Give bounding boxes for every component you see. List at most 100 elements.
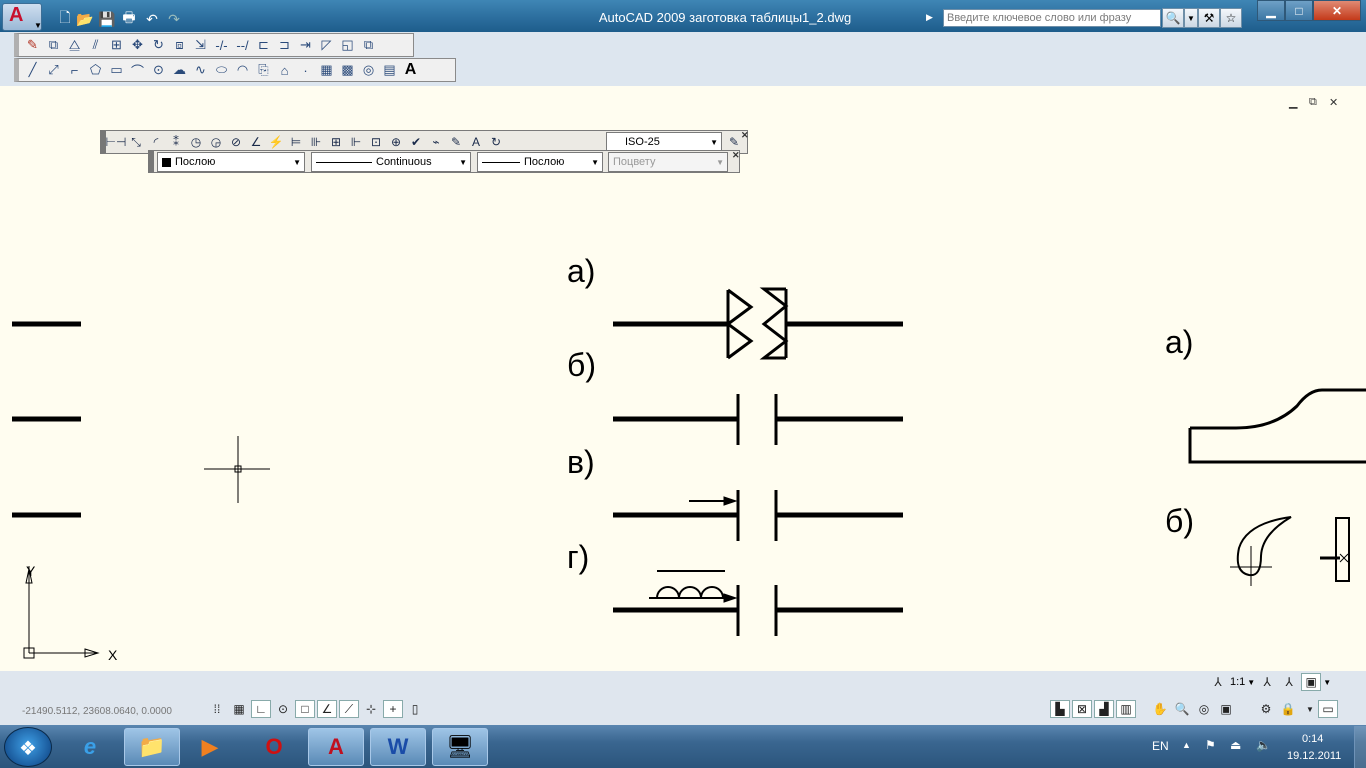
ortho-icon[interactable]: ∟ [251, 700, 271, 718]
show-desktop-button[interactable] [1354, 726, 1366, 768]
linear-dim-icon[interactable]: ⊢⊣ [106, 132, 127, 152]
jogged-linear-icon[interactable]: ⌁ [426, 132, 446, 152]
dimtedit-icon[interactable]: A [466, 132, 486, 152]
trim-icon[interactable]: -/- [211, 35, 232, 55]
tolerance-icon[interactable]: ⊡ [366, 132, 386, 152]
osnap-icon[interactable]: □ [295, 700, 315, 718]
model-icon[interactable]: ▙ [1050, 700, 1070, 718]
insert-block-icon[interactable]: ⎘ [253, 60, 274, 80]
polyline-icon[interactable]: ⌐ [64, 60, 85, 80]
steering-wheel-icon[interactable]: ◎ [1194, 700, 1214, 718]
arc-length-icon[interactable]: ◜ [146, 132, 166, 152]
dimedit-icon[interactable]: ✎ [446, 132, 466, 152]
jogged-dim-icon[interactable]: ◶ [206, 132, 226, 152]
scale-icon[interactable]: ⧈ [169, 35, 190, 55]
gear-icon[interactable]: ⚙ [1256, 700, 1276, 718]
close-dim-toolbar-icon[interactable]: ✕ [741, 130, 749, 141]
grid-icon[interactable]: ▦ [229, 700, 249, 718]
make-block-icon[interactable]: ⌂ [274, 60, 295, 80]
erase-icon[interactable]: ✎ [22, 35, 43, 55]
lineweight-select[interactable]: Послою ▼ [477, 152, 603, 172]
action-center-icon[interactable]: ⚑ [1205, 738, 1216, 752]
chevron-down-icon[interactable]: ▼ [1300, 700, 1320, 718]
application-menu-button[interactable]: A ▼ [2, 3, 42, 31]
chevron-down-icon[interactable]: ▼ [1323, 678, 1331, 687]
plotstyle-select[interactable]: Поцвету ▼ [608, 152, 728, 172]
stretch-icon[interactable]: ⇲ [190, 35, 211, 55]
move-icon[interactable]: ✥ [127, 35, 148, 55]
dim-update-icon[interactable]: ↻ [486, 132, 506, 152]
polar-icon[interactable]: ⊙ [273, 700, 293, 718]
quick-properties-icon[interactable]: ▯ [405, 700, 425, 718]
layout1-icon[interactable]: ⊠ [1072, 700, 1092, 718]
mtext-icon[interactable]: A [400, 60, 421, 80]
showmotion-icon[interactable]: ▣ [1216, 700, 1236, 718]
expand-search-icon[interactable]: ▶ [926, 12, 933, 23]
color-select[interactable]: Послою ▼ [157, 152, 305, 172]
media-player-icon[interactable]: ▶ [182, 728, 238, 766]
continue-dim-icon[interactable]: ⊪ [306, 132, 326, 152]
baseline-dim-icon[interactable]: ⊨ [286, 132, 306, 152]
redo-icon[interactable]: ↷ [165, 10, 183, 28]
annotation-scale-value[interactable]: 1:1 [1230, 676, 1245, 688]
new-icon[interactable]: 🗋 [56, 9, 74, 28]
copy-icon[interactable]: ⧉ [43, 35, 64, 55]
maximize-button[interactable]: □ [1285, 0, 1313, 21]
xline-icon[interactable]: ⤢ [43, 60, 64, 80]
rotate-icon[interactable]: ↻ [148, 35, 169, 55]
minimize-button[interactable]: ▁ [1257, 0, 1285, 21]
undo-icon[interactable]: ↶ [143, 10, 161, 28]
help-search-input[interactable]: Введите ключевое слово или фразу [943, 9, 1161, 27]
join-icon[interactable]: ⊐ [274, 35, 295, 55]
lock-icon[interactable]: 🔒 [1278, 700, 1298, 718]
workspace-icon[interactable]: ▣ [1301, 673, 1322, 691]
start-button[interactable]: ❖ [4, 727, 52, 767]
save-icon[interactable]: 💾 [98, 10, 116, 28]
language-indicator[interactable]: EN [1152, 739, 1169, 753]
gradient-icon[interactable]: ▩ [337, 60, 358, 80]
ordinate-dim-icon[interactable]: ⁑ [166, 132, 186, 152]
dimstyle-select[interactable]: ISO-25 ▼ [606, 132, 722, 152]
dyn-icon[interactable]: ⊹ [361, 700, 381, 718]
array-icon[interactable]: ⊞ [106, 35, 127, 55]
circle-icon[interactable]: ⊙ [148, 60, 169, 80]
word-icon[interactable]: W [370, 728, 426, 766]
fillet-icon[interactable]: ◸ [316, 35, 337, 55]
zoom-icon[interactable]: 🔍 [1172, 700, 1192, 718]
chevron-down-icon[interactable]: ▼ [1247, 678, 1255, 687]
volume-icon[interactable]: 🔈 [1256, 738, 1271, 752]
search-dropdown-icon[interactable]: ▼ [1184, 8, 1198, 28]
pan-icon[interactable]: ✋ [1150, 700, 1170, 718]
autocad-icon[interactable]: A [308, 728, 364, 766]
snap-icon[interactable]: ⁞⁞ [207, 700, 227, 718]
dim-space-icon[interactable]: ⊞ [326, 132, 346, 152]
control-panel-icon[interactable]: 🖥 [432, 728, 488, 766]
radius-dim-icon[interactable]: ◷ [186, 132, 206, 152]
explode2-icon[interactable]: ⧉ [358, 35, 379, 55]
revcloud-icon[interactable]: ☁ [169, 60, 190, 80]
open-icon[interactable]: 📂 [76, 10, 94, 28]
clean-screen-icon[interactable]: ▭ [1318, 700, 1338, 718]
communication-center-icon[interactable]: ⚒ [1198, 8, 1220, 28]
linetype-select[interactable]: Continuous ▼ [311, 152, 471, 172]
explode-icon[interactable]: ◱ [337, 35, 358, 55]
extend-icon[interactable]: --/ [232, 35, 253, 55]
ellipse-arc-icon[interactable]: ◠ [232, 60, 253, 80]
layout2-icon[interactable]: ▟ [1094, 700, 1114, 718]
explorer-icon[interactable]: 📁 [124, 728, 180, 766]
ducs-icon[interactable]: ⟋ [339, 700, 359, 718]
hatch-icon[interactable]: ▦ [316, 60, 337, 80]
angular-dim-icon[interactable]: ∠ [246, 132, 266, 152]
auto-scale-icon[interactable]: ⅄ [1279, 673, 1299, 691]
annotation-scale-icon[interactable]: ⅄ [1208, 673, 1228, 691]
point-icon[interactable]: · [295, 60, 316, 80]
drawing-canvas[interactable]: ▁ ⧉ ✕ а) б) в) г) а) б) Y X ⊢⊣ ⤡ ◜ ⁑ ◷ ◶… [12, 86, 1366, 671]
spline-icon[interactable]: ∿ [190, 60, 211, 80]
mirror-icon[interactable]: ⧋ [64, 35, 85, 55]
arc-icon[interactable]: ⌒ [127, 60, 148, 80]
annotation-visibility-icon[interactable]: ⅄ [1257, 673, 1277, 691]
close-button[interactable]: ✕ [1313, 0, 1361, 21]
opera-icon[interactable]: O [246, 728, 302, 766]
chamfer-icon[interactable]: ⇥ [295, 35, 316, 55]
otrack-icon[interactable]: ∠ [317, 700, 337, 718]
